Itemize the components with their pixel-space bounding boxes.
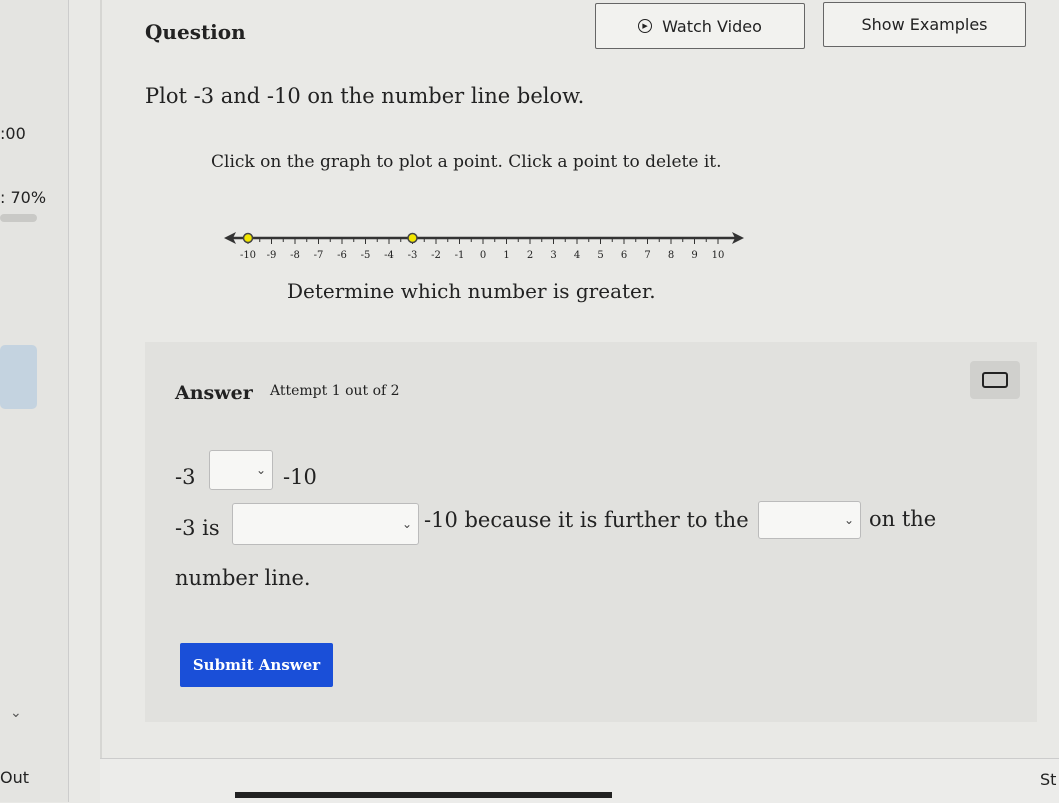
submit-answer-button[interactable]: Submit Answer: [180, 643, 333, 687]
number-line[interactable]: -10 -9 -8 -7 -6 -5 -4 -3 -2 -1 0 1 2 3 4 5 6 7 8 9 10: [220, 222, 750, 267]
tick-label: -8: [290, 250, 300, 261]
watch-video-label: Watch Video: [662, 16, 762, 36]
page-title: Question: [145, 20, 246, 44]
direction-select[interactable]: ⌄: [758, 501, 861, 539]
comparison-select[interactable]: ⌄: [209, 450, 273, 490]
followup-prompt: Determine which number is greater.: [287, 279, 656, 303]
tick-label: -7: [314, 250, 324, 261]
tick-label: -4: [384, 250, 394, 261]
line3: number line.: [175, 566, 311, 590]
tick-label: -10: [240, 250, 256, 261]
tick-label: -9: [267, 250, 277, 261]
tick-label: 4: [574, 250, 580, 261]
tick-label: 3: [550, 250, 556, 261]
tick-label: 0: [480, 250, 486, 261]
tick-label: -1: [455, 250, 465, 261]
line1-left: -3: [175, 465, 196, 489]
divider: [100, 0, 102, 760]
tick-label: 5: [597, 250, 603, 261]
tick-label: -2: [431, 250, 441, 261]
greater-less-select[interactable]: ⌄: [232, 503, 419, 545]
tick-label: 1: [503, 250, 509, 261]
play-icon: ▶: [638, 19, 653, 33]
plotted-point[interactable]: [242, 232, 254, 244]
footer-fragment: St: [1040, 770, 1057, 789]
tick-label: 2: [527, 250, 533, 261]
instruction: Click on the graph to plot a point. Clic…: [211, 152, 722, 172]
tick-label: 6: [621, 250, 627, 261]
sidebar-button[interactable]: [0, 345, 37, 409]
keyboard-button[interactable]: [970, 361, 1020, 399]
line2-end: on the: [869, 507, 937, 531]
chevron-down-icon: ⌄: [255, 463, 266, 477]
question-prompt: Plot -3 and -10 on the number line below…: [145, 84, 585, 108]
score-progress-bar: [0, 214, 37, 222]
out-label: Out: [0, 768, 30, 787]
chevron-down-icon[interactable]: ⌄: [10, 705, 22, 721]
tick-label: -5: [361, 250, 371, 261]
chevron-down-icon: ⌄: [843, 513, 854, 527]
line1-right: -10: [283, 465, 317, 489]
keyboard-icon: [982, 372, 1008, 388]
attempt-counter: Attempt 1 out of 2: [270, 383, 400, 399]
footer-divider: [235, 792, 612, 798]
tick-label: 10: [712, 250, 725, 261]
tick-label: 7: [644, 250, 650, 261]
show-examples-button[interactable]: Show Examples: [823, 2, 1026, 47]
tick-label: -3: [408, 250, 418, 261]
watch-video-button[interactable]: ▶ Watch Video: [595, 3, 805, 49]
line2-mid: -10 because it is further to the: [424, 508, 749, 532]
tick-label: 9: [691, 250, 697, 261]
answer-label: Answer: [175, 382, 253, 404]
line2-start: -3 is: [175, 516, 220, 540]
timer: :00: [0, 124, 26, 143]
score: : 70%: [0, 188, 47, 207]
tick-label: -6: [337, 250, 347, 261]
chevron-down-icon: ⌄: [401, 517, 412, 531]
tick-label: 8: [668, 250, 674, 261]
plotted-point[interactable]: [407, 232, 418, 244]
